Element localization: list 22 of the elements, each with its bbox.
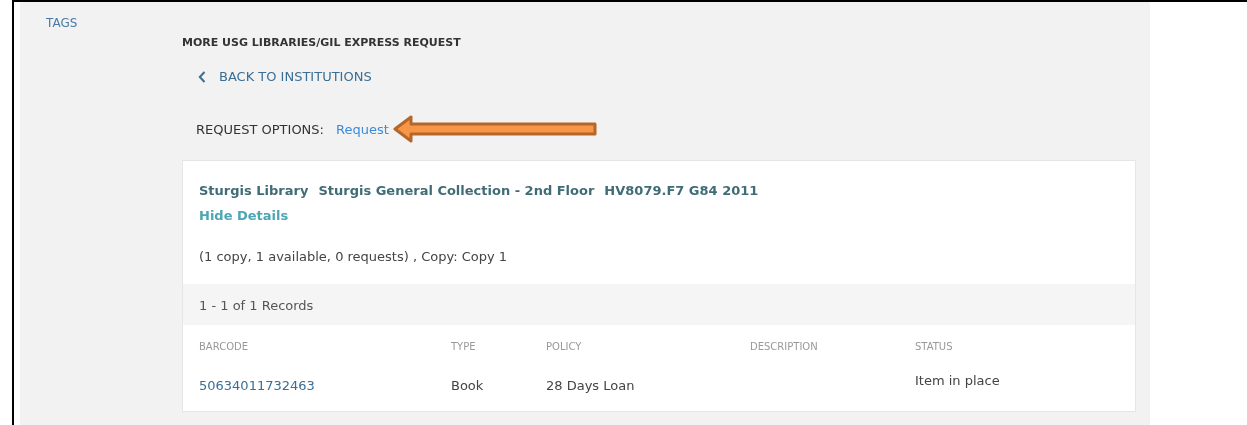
records-count: 1 - 1 of 1 Records [199, 298, 314, 313]
arrow-icon [392, 114, 599, 144]
request-link[interactable]: Request [335, 121, 389, 137]
column-header: STATUS [915, 341, 953, 352]
table-cell: Item in place [915, 373, 1000, 388]
library-name: Sturgis Library [199, 183, 309, 198]
table-cell: Book [451, 378, 484, 393]
column-header: TYPE [451, 341, 476, 352]
tags-link[interactable]: TAGS [46, 16, 78, 30]
column-header: DESCRIPTION [750, 341, 818, 352]
call-number: HV8079.F7 G84 2011 [604, 183, 759, 198]
column-header: POLICY [546, 341, 582, 352]
location-name: Sturgis General Collection - 2nd Floor [318, 183, 595, 198]
section-title: MORE USG LIBRARIES/GIL EXPRESS REQUEST [182, 36, 461, 49]
column-header: BARCODE [199, 341, 249, 352]
table-cell: 28 Days Loan [546, 378, 635, 393]
copy-summary: (1 copy, 1 available, 0 requests) , Copy: Copy 1 [199, 249, 508, 264]
back-link[interactable]: BACK TO INSTITUTIONS [198, 69, 372, 84]
barcode-link[interactable]: 50634011732463 [199, 378, 315, 393]
request-options-label: REQUEST OPTIONS: [196, 121, 324, 137]
chevron-left-icon [198, 70, 206, 83]
hide-details-link[interactable]: Hide Details [199, 208, 289, 223]
